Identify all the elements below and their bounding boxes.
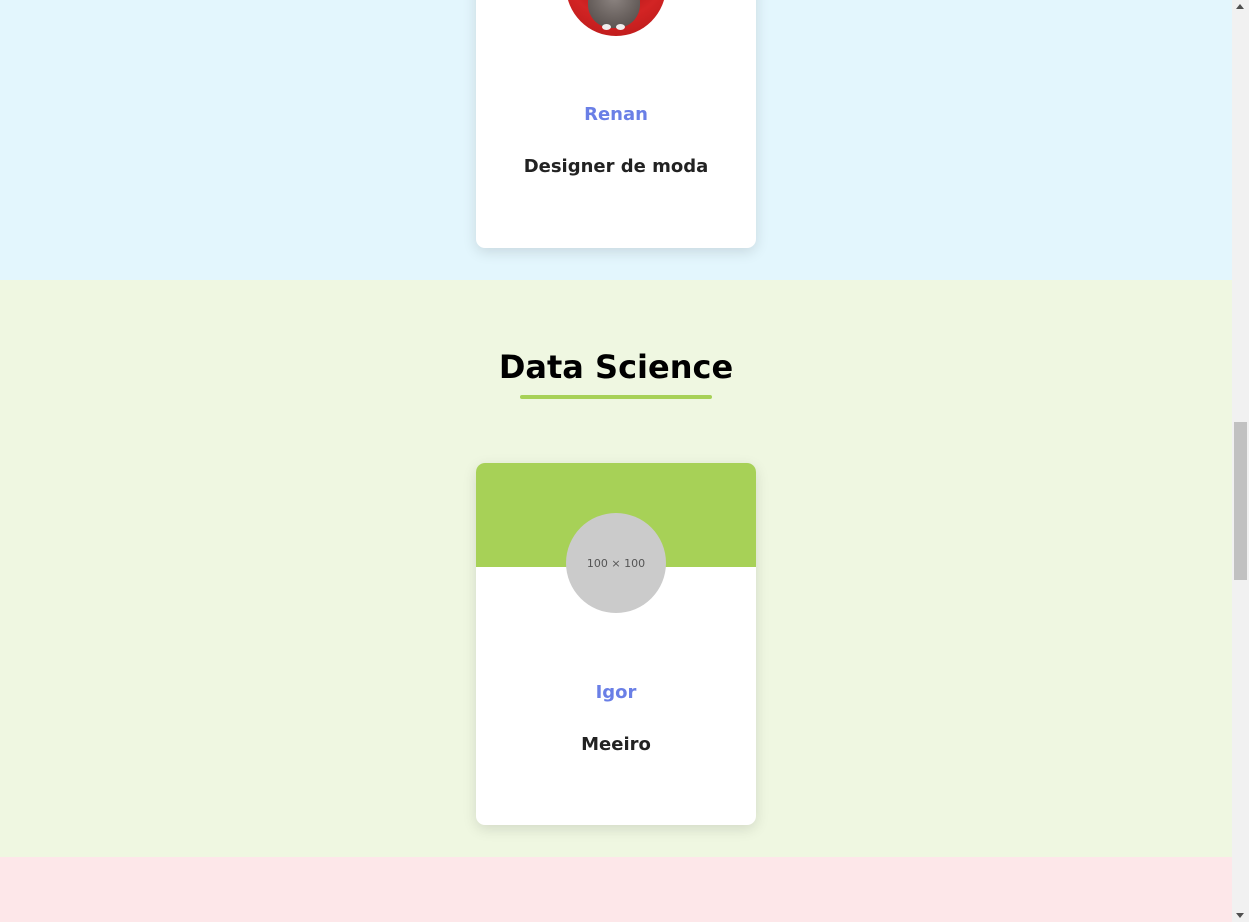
member-name: Renan — [584, 104, 648, 125]
section-title: Data Science — [498, 348, 734, 386]
vertical-scrollbar[interactable] — [1232, 0, 1249, 922]
member-name: Igor — [595, 682, 637, 703]
paw-shape — [616, 24, 625, 30]
scroll-up-arrow-icon[interactable] — [1236, 4, 1244, 9]
title-underline — [520, 395, 712, 399]
member-role: Designer de moda — [523, 156, 709, 177]
cat-photo-icon — [588, 0, 640, 28]
team-card: 100 × 100 Igor Meeiro — [476, 463, 756, 825]
avatar-placeholder: 100 × 100 — [586, 556, 646, 570]
paw-shape — [602, 24, 611, 30]
team-section-fashion: Renan Designer de moda — [0, 0, 1232, 280]
avatar — [566, 0, 666, 36]
team-section-next — [0, 857, 1232, 922]
team-card: Renan Designer de moda — [476, 0, 756, 248]
scroll-down-arrow-icon[interactable] — [1236, 913, 1244, 918]
viewport: Renan Designer de moda Data Science 100 … — [0, 0, 1249, 922]
member-role: Meeiro — [581, 734, 651, 755]
page: Renan Designer de moda Data Science 100 … — [0, 0, 1232, 922]
avatar: 100 × 100 — [566, 513, 666, 613]
scrollbar-thumb[interactable] — [1234, 422, 1247, 580]
